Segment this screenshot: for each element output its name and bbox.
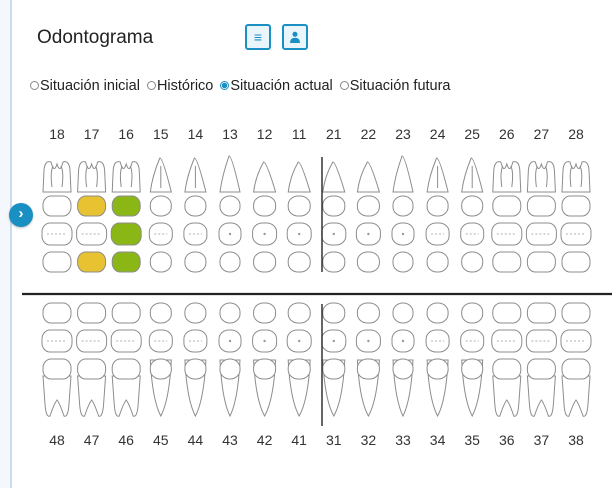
tooth-33[interactable] <box>391 302 415 418</box>
tooth-26[interactable] <box>491 161 523 273</box>
tooth-22[interactable] <box>355 161 381 273</box>
tooth-48[interactable] <box>41 302 73 417</box>
tooth-32[interactable] <box>355 302 381 418</box>
tooth-38[interactable] <box>560 302 592 417</box>
tooth-28[interactable] <box>560 161 592 273</box>
tooth-42[interactable] <box>252 302 278 418</box>
tooth-21[interactable] <box>321 161 347 273</box>
odontogram-chart <box>22 155 612 426</box>
tooth-14[interactable] <box>183 157 208 273</box>
tooth-25[interactable] <box>460 157 485 273</box>
tooth-35[interactable] <box>460 302 485 418</box>
tooth-43[interactable] <box>218 302 242 418</box>
tooth-13[interactable] <box>218 155 242 273</box>
tooth-24[interactable] <box>425 157 450 273</box>
tooth-15[interactable] <box>148 157 173 273</box>
tooth-37[interactable] <box>525 302 557 417</box>
tooth-46[interactable] <box>110 302 142 417</box>
tooth-34[interactable] <box>425 302 450 418</box>
tooth-23[interactable] <box>391 155 415 273</box>
tooth-18[interactable] <box>41 161 73 273</box>
tooth-17[interactable] <box>76 161 108 273</box>
tooth-36[interactable] <box>491 302 523 417</box>
tooth-44[interactable] <box>183 302 208 418</box>
tooth-16[interactable] <box>110 161 142 273</box>
tooth-45[interactable] <box>148 302 173 418</box>
tooth-27[interactable] <box>525 161 557 273</box>
tooth-41[interactable] <box>286 302 312 418</box>
tooth-31[interactable] <box>321 302 347 418</box>
tooth-47[interactable] <box>76 302 108 417</box>
tooth-12[interactable] <box>252 161 278 273</box>
tooth-11[interactable] <box>286 161 312 273</box>
